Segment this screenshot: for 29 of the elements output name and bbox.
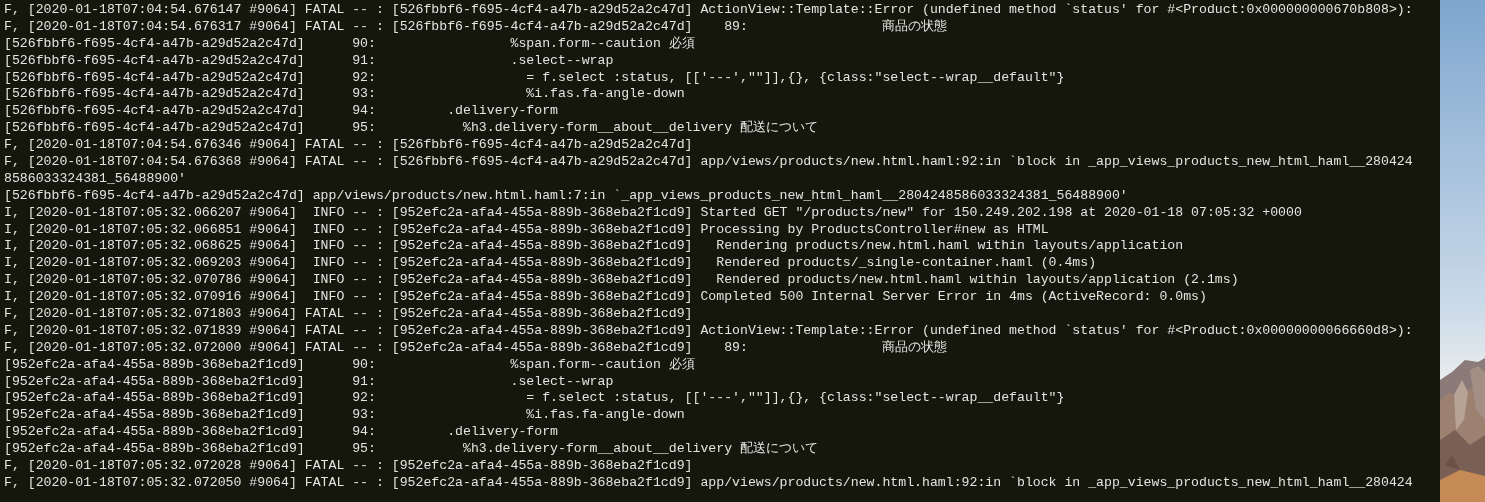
log-line: F, [2020-01-18T07:05:32.072050 #9064] FATAL -- : [952efc2a-afa4-455a-889b-368eba2f1cd9] app/views/products/new.html.haml:92:in `block in _app_views_products_new_html_haml__280424: [4, 474, 1413, 492]
log-line: I, [2020-01-18T07:05:32.066851 #9064] INFO -- : [952efc2a-afa4-455a-889b-368eba2f1cd9] Processing by ProductsController#new as HTML: [4, 221, 1049, 239]
log-line: [952efc2a-afa4-455a-889b-368eba2f1cd9] 90: %span.form--caution 必須: [4, 356, 695, 374]
log-line: [526fbbf6-f695-4cf4-a47b-a29d52a2c47d] app/views/products/new.html.haml:7:in `_app_views_products_new_html_haml__2804248586033324381_56488900': [4, 187, 1128, 205]
log-line: F, [2020-01-18T07:04:54.676346 #9064] FATAL -- : [526fbbf6-f695-4cf4-a47b-a29d52a2c47d]: [4, 137, 693, 154]
log-line: I, [2020-01-18T07:05:32.068625 #9064] INFO -- : [952efc2a-afa4-455a-889b-368eba2f1cd9] Rendering products/new.html.haml within layouts/application: [4, 238, 1184, 256]
log-line: [526fbbf6-f695-4cf4-a47b-a29d52a2c47d] 95: %h3.delivery-form__about__delivery 配送について: [4, 120, 818, 138]
log-line: [526fbbf6-f695-4cf4-a47b-a29d52a2c47d] 92: = f.select :status, [['---',""]],{}, {class:"select--wrap__default"}: [4, 69, 1065, 87]
log-line: [952efc2a-afa4-455a-889b-368eba2f1cd9] 91: .select--wrap: [4, 373, 614, 391]
log-line: [526fbbf6-f695-4cf4-a47b-a29d52a2c47d] 93: %i.fas.fa-angle-down: [4, 86, 685, 104]
log-line: [526fbbf6-f695-4cf4-a47b-a29d52a2c47d] 94: .delivery-form: [4, 103, 558, 121]
log-line: I, [2020-01-18T07:05:32.066207 #9064] INFO -- : [952efc2a-afa4-455a-889b-368eba2f1cd9] Started GET "/products/new" for 150.249.202.198 at 2020-01-18 07:05:32 +0000: [4, 204, 1302, 222]
log-line: F, [2020-01-18T07:05:32.071803 #9064] FATAL -- : [952efc2a-afa4-455a-889b-368eba2f1cd9]: [4, 306, 693, 323]
log-line: I, [2020-01-18T07:05:32.070786 #9064] INFO -- : [952efc2a-afa4-455a-889b-368eba2f1cd9] Rendered products/new.html.haml within layouts/application (2.1ms): [4, 272, 1239, 290]
log-line: [952efc2a-afa4-455a-889b-368eba2f1cd9] 94: .delivery-form: [4, 424, 558, 442]
log-line: F, [2020-01-18T07:04:54.676147 #9064] FATAL -- : [526fbbf6-f695-4cf4-a47b-a29d52a2c47d] ActionView::Template::Error (undefined method `status' for #<Product:0x000000000670b808>):: [4, 2, 1413, 19]
log-line: [952efc2a-afa4-455a-889b-368eba2f1cd9] 93: %i.fas.fa-angle-down: [4, 407, 685, 425]
log-line: F, [2020-01-18T07:05:32.071839 #9064] FATAL -- : [952efc2a-afa4-455a-889b-368eba2f1cd9] ActionView::Template::Error (undefined method `status' for #<Product:0x00000000066660d8>):: [4, 322, 1413, 340]
log-line: [952efc2a-afa4-455a-889b-368eba2f1cd9] 92: = f.select :status, [['---',""]],{}, {class:"select--wrap__default"}: [4, 390, 1065, 408]
log-line: F, [2020-01-18T07:04:54.676317 #9064] FATAL -- : [526fbbf6-f695-4cf4-a47b-a29d52a2c47d] 89: 商品の状態: [4, 18, 948, 36]
log-line: I, [2020-01-18T07:05:32.069203 #9064] INFO -- : [952efc2a-afa4-455a-889b-368eba2f1cd9] Rendered products/_single-container.haml (0.4ms): [4, 255, 1097, 273]
log-line: F, [2020-01-18T07:05:32.072028 #9064] FATAL -- : [952efc2a-afa4-455a-889b-368eba2f1cd9]: [4, 458, 693, 475]
log-line: 8586033324381_56488900': [4, 170, 187, 188]
log-line: [526fbbf6-f695-4cf4-a47b-a29d52a2c47d] 91: .select--wrap: [4, 52, 614, 70]
log-line: F, [2020-01-18T07:04:54.676368 #9064] FATAL -- : [526fbbf6-f695-4cf4-a47b-a29d52a2c47d] app/views/products/new.html.haml:92:in `block in _app_views_products_new_html_haml__280424: [4, 154, 1413, 171]
log-line: F, [2020-01-18T07:05:32.072000 #9064] FATAL -- : [952efc2a-afa4-455a-889b-368eba2f1cd9] 89: 商品の状態: [4, 339, 948, 357]
log-line: [526fbbf6-f695-4cf4-a47b-a29d52a2c47d] 90: %span.form--caution 必須: [4, 35, 695, 53]
log-line: [952efc2a-afa4-455a-889b-368eba2f1cd9] 95: %h3.delivery-form__about__delivery 配送について: [4, 441, 818, 459]
log-line: I, [2020-01-18T07:05:32.070916 #9064] INFO -- : [952efc2a-afa4-455a-889b-368eba2f1cd9] Completed 500 Internal Server Error in 4ms (ActiveRecord: 0.0ms): [4, 289, 1207, 307]
